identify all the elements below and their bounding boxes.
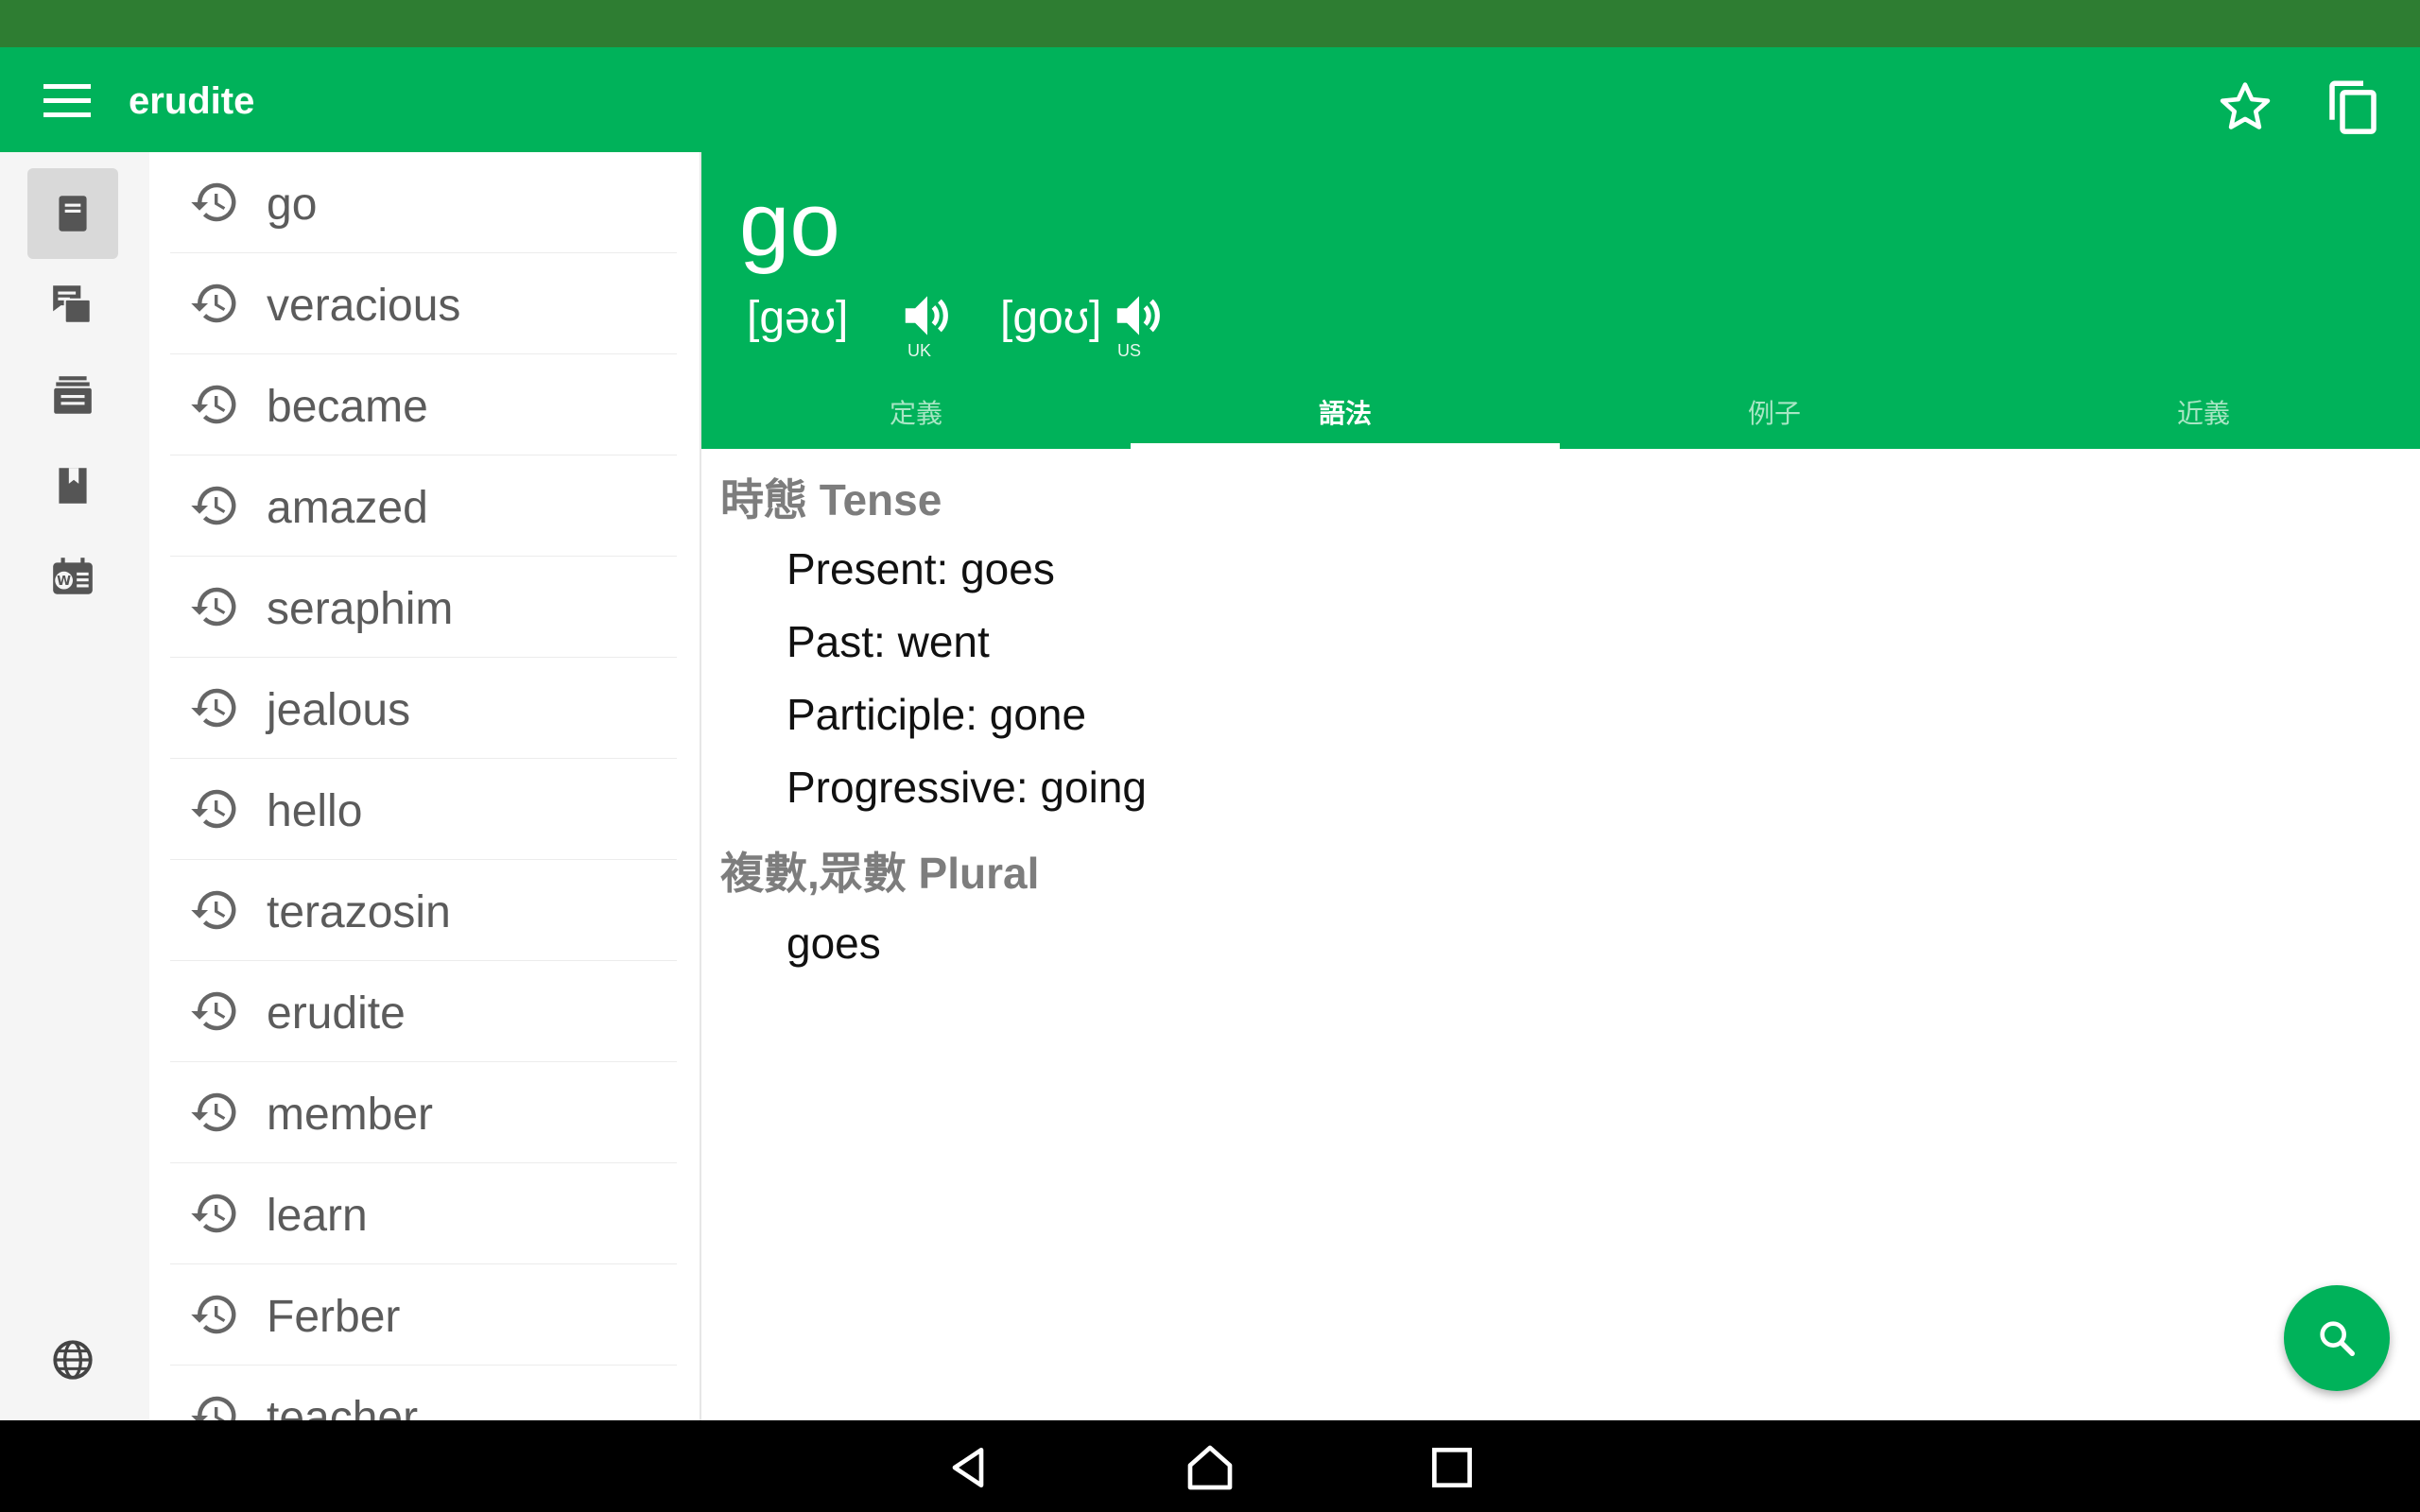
definition-icon [59, 196, 87, 232]
history-item[interactable]: amazed [170, 455, 677, 557]
rail-item-bookmarks[interactable] [27, 440, 118, 531]
status-bar [0, 0, 2420, 47]
tense-section-title: 時態 Tense [720, 475, 942, 524]
speaker-icon[interactable] [898, 286, 957, 345]
rail-item-cards[interactable] [27, 258, 118, 349]
tense-line: Present: goes [786, 544, 1055, 593]
history-icon [191, 385, 236, 424]
history-item-label: terazosin [267, 887, 451, 937]
bookmark-book-icon [59, 468, 87, 504]
tab-examples[interactable]: 例子 [1560, 388, 1989, 449]
history-item-label: teacher [267, 1393, 419, 1420]
history-item-label: hello [267, 786, 363, 836]
globe-icon [53, 1340, 93, 1380]
history-item[interactable]: terazosin [170, 860, 677, 961]
pronunciation-uk-ipa: [gəʊ] [747, 293, 849, 343]
rail-item-list[interactable] [27, 350, 118, 440]
pronunciation-us: [goʊ] US [1000, 286, 1218, 362]
history-item-label: learn [267, 1191, 368, 1241]
rail-item-definition[interactable] [27, 168, 118, 259]
history-item[interactable]: go [170, 152, 677, 253]
history-icon [191, 890, 236, 930]
history-item-label: go [267, 180, 318, 230]
entry-word: go [739, 174, 840, 275]
history-item[interactable]: learn [170, 1163, 677, 1264]
history-item[interactable]: seraphim [170, 557, 677, 658]
history-icon [191, 1194, 236, 1233]
history-icon [191, 587, 236, 627]
history-icon [191, 991, 236, 1031]
history-item-label: Ferber [267, 1292, 401, 1342]
history-item-label: erudite [267, 988, 406, 1039]
pronunciation-us-ipa: [goʊ] [1000, 293, 1102, 343]
history-icon [191, 789, 236, 829]
history-icon [191, 284, 236, 323]
history-item[interactable]: became [170, 354, 677, 455]
list-icon [54, 376, 92, 414]
history-item-label: member [267, 1090, 434, 1140]
rail-item-language[interactable] [27, 1314, 118, 1405]
history-item[interactable]: teacher [170, 1366, 677, 1420]
search-icon [2320, 1321, 2355, 1356]
home-icon[interactable] [1184, 1441, 1236, 1494]
copy-icon[interactable] [2322, 76, 2384, 138]
hamburger-icon[interactable] [34, 76, 100, 127]
history-list: go veracious became amazed seraphim jeal… [149, 152, 701, 1420]
speaker-icon[interactable] [1110, 286, 1168, 345]
tense-line: Progressive: going [786, 763, 1147, 812]
pronunciation-us-tag: US [1117, 341, 1142, 360]
history-icon [191, 688, 236, 728]
recents-icon[interactable] [1426, 1441, 1478, 1494]
history-icon [191, 182, 236, 222]
history-icon [191, 1092, 236, 1132]
svg-text:W: W [57, 574, 71, 589]
plural-section-title: 複數,眾數 Plural [720, 849, 1040, 898]
history-item-label: veracious [267, 281, 461, 331]
entry-header: go [gəʊ] UK [goʊ] US 定義 語法 例子 近義 [701, 152, 2420, 449]
app-bar: erudite [0, 47, 2420, 152]
history-item[interactable]: Ferber [170, 1264, 677, 1366]
history-icon [191, 1396, 236, 1420]
history-item[interactable]: veracious [170, 253, 677, 354]
history-item-label: became [267, 382, 428, 432]
history-item-label: amazed [267, 483, 428, 533]
system-nav-bar [0, 1420, 2420, 1512]
app-title: erudite [129, 80, 255, 122]
tense-line: Participle: gone [786, 690, 1087, 739]
star-icon[interactable] [2214, 76, 2276, 138]
back-icon[interactable] [942, 1441, 994, 1494]
grammar-content: 時態 Tense Present: goes Past: went Partic… [701, 449, 2420, 1420]
pronunciation-uk: [gəʊ] UK [747, 286, 964, 362]
history-icon [191, 1295, 236, 1334]
word-calendar-icon: W [53, 558, 93, 594]
history-item[interactable]: hello [170, 759, 677, 860]
tense-line: Past: went [786, 617, 990, 666]
history-item-label: seraphim [267, 584, 454, 634]
history-item[interactable]: erudite [170, 961, 677, 1062]
history-icon [191, 486, 236, 525]
tab-definition[interactable]: 定義 [701, 388, 1131, 449]
tab-synonyms[interactable]: 近義 [1989, 388, 2418, 449]
navigation-rail: W [0, 152, 150, 1420]
search-button[interactable] [2284, 1285, 2390, 1391]
chat-card-icon [53, 285, 92, 324]
tab-grammar[interactable]: 語法 [1131, 388, 1560, 449]
history-item[interactable]: member [170, 1062, 677, 1163]
history-item-label: jealous [267, 685, 411, 735]
plural-line: goes [786, 919, 881, 968]
history-item[interactable]: jealous [170, 658, 677, 759]
entry-tabs: 定義 語法 例子 近義 [701, 388, 2420, 449]
pronunciation-uk-tag: UK [908, 341, 932, 360]
rail-item-word-of-day[interactable]: W [27, 531, 118, 622]
